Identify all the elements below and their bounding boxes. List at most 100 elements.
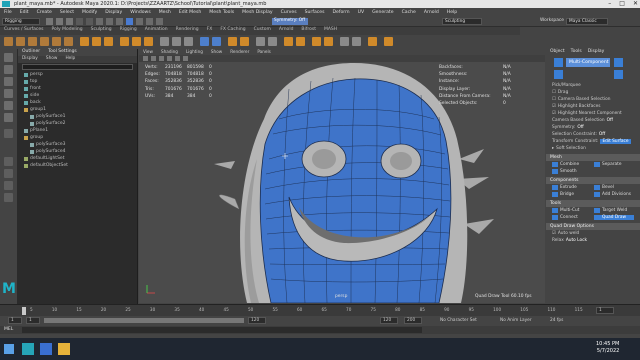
symmetry-row[interactable]: Symmetry: Off <box>546 124 640 131</box>
tab-display[interactable]: Display <box>588 49 605 56</box>
outliner-item[interactable]: side <box>18 92 137 99</box>
tab-outliner[interactable]: Outliner <box>18 49 44 56</box>
maya-taskbar-icon[interactable] <box>22 343 34 355</box>
snap-grid-icon[interactable] <box>136 18 143 25</box>
shelf-tab-sculpting[interactable]: Sculpting <box>87 27 116 35</box>
planar-map-icon[interactable] <box>212 37 221 46</box>
outliner-search-input[interactable] <box>22 64 133 70</box>
shelf-tab-fx-caching[interactable]: FX Caching <box>216 27 249 35</box>
character-set-dropdown[interactable]: No Character Set <box>440 318 477 323</box>
shelf-tab-animation[interactable]: Animation <box>141 27 172 35</box>
command-input[interactable] <box>22 327 422 333</box>
open-scene-icon[interactable] <box>56 18 63 25</box>
move-tool-icon[interactable] <box>4 89 13 98</box>
layout-graph-icon[interactable] <box>4 193 13 202</box>
menu-generate[interactable]: Generate <box>368 10 397 15</box>
menu-curves[interactable]: Curves <box>277 10 301 15</box>
separate-icon[interactable] <box>92 37 101 46</box>
rotate-tool-icon[interactable] <box>4 101 13 110</box>
outliner-menu-display[interactable]: Display <box>18 56 42 63</box>
menu-surfaces[interactable]: Surfaces <box>301 10 329 15</box>
section-tools[interactable]: Tools <box>546 200 640 207</box>
select-tool-icon[interactable] <box>4 53 13 62</box>
highlight-backfaces-row[interactable]: ☑ Highlight Backfaces <box>546 103 640 110</box>
symmetry-dropdown[interactable]: Symmetry: Off <box>272 18 308 25</box>
freeze-icon[interactable] <box>256 37 265 46</box>
inner-start-field[interactable]: 1 <box>26 317 40 324</box>
bevel-icon[interactable] <box>132 37 141 46</box>
select-object-icon[interactable] <box>106 18 113 25</box>
edge-mode-icon[interactable] <box>614 58 623 67</box>
sphere-icon[interactable] <box>4 37 13 46</box>
minimize-button[interactable]: – <box>608 0 611 7</box>
menu-windows[interactable]: Windows <box>126 10 155 15</box>
pivot-icon[interactable] <box>352 37 361 46</box>
search-field[interactable]: Sculpting <box>442 18 482 25</box>
undo-icon[interactable] <box>76 18 83 25</box>
snap-point-icon[interactable] <box>156 18 163 25</box>
layout-outliner-icon[interactable] <box>4 181 13 190</box>
outliner-item[interactable]: polySurface2 <box>18 120 137 127</box>
extrude-icon[interactable] <box>120 37 129 46</box>
highlight-nearest-row[interactable]: ☑ Highlight Nearest Component <box>546 110 640 117</box>
cone-icon[interactable] <box>40 37 49 46</box>
face-mode-icon[interactable] <box>614 70 623 79</box>
bridge-icon[interactable] <box>144 37 153 46</box>
last-tool-icon[interactable] <box>4 129 13 138</box>
outliner-item[interactable]: top <box>18 78 137 85</box>
close-button[interactable]: ✕ <box>633 0 638 7</box>
auto-weld-row[interactable]: ☑ Auto weld <box>546 230 640 237</box>
outliner-item[interactable]: polySurface4 <box>18 148 137 155</box>
outliner-menu-help[interactable]: Help <box>61 56 79 63</box>
combine-icon[interactable] <box>80 37 89 46</box>
multi-component-button[interactable]: Multi-Component <box>566 58 610 67</box>
camera-based-row[interactable]: ☐ Camera Based Selection <box>546 96 640 103</box>
range-bar[interactable] <box>44 318 244 323</box>
history-icon[interactable] <box>340 37 349 46</box>
menu-mesh[interactable]: Mesh <box>155 10 175 15</box>
menu-mesh-display[interactable]: Mesh Display <box>238 10 277 15</box>
outliner-item[interactable]: persp <box>18 71 137 78</box>
vertex-mask-icon[interactable] <box>126 18 133 25</box>
outliner-item[interactable]: pPlane1 <box>18 127 137 134</box>
quad-draw-button[interactable]: Quad Draw <box>594 215 634 220</box>
drag-row[interactable]: ☐ Drag <box>546 89 640 96</box>
outliner-item[interactable]: polySurface3 <box>18 141 137 148</box>
menu-edit[interactable]: Edit <box>16 10 33 15</box>
multi-cut-button[interactable]: Multi-Cut <box>552 208 592 213</box>
scale-tool-icon[interactable] <box>4 113 13 122</box>
shelf-tab-rendering[interactable]: Rendering <box>172 27 203 35</box>
extrude-button[interactable]: Extrude <box>552 185 592 190</box>
outliner-item[interactable]: defaultLightSet <box>18 155 137 162</box>
smooth-icon[interactable] <box>104 37 113 46</box>
bevel-button[interactable]: Bevel <box>594 185 634 190</box>
soft-selection-row[interactable]: ▸ Soft Selection <box>546 145 640 152</box>
shelf-tab-arnold[interactable]: Arnold <box>275 27 298 35</box>
paint-select-icon[interactable] <box>4 77 13 86</box>
bend-icon[interactable] <box>324 37 333 46</box>
tab-tools[interactable]: Tools <box>571 49 582 56</box>
section-mesh[interactable]: Mesh <box>546 154 640 161</box>
new-scene-icon[interactable] <box>46 18 53 25</box>
multi-cut-icon[interactable] <box>160 37 169 46</box>
section-quad-draw-options[interactable]: Quad Draw Options <box>546 223 640 230</box>
timeline[interactable]: 5 10 15 20 25 30 35 40 45 50 55 60 65 70… <box>0 304 640 316</box>
menu-mesh-tools[interactable]: Mesh Tools <box>205 10 238 15</box>
menu-create[interactable]: Create <box>33 10 56 15</box>
redo-icon[interactable] <box>86 18 93 25</box>
combine-button[interactable]: Combine <box>552 162 592 167</box>
target-weld-button[interactable]: Target Weld <box>594 208 634 213</box>
menu-select[interactable]: Select <box>56 10 78 15</box>
add-divisions-button[interactable]: Add Divisions <box>594 192 634 197</box>
menu-display[interactable]: Display <box>101 10 126 15</box>
windows-start-icon[interactable] <box>4 344 14 354</box>
outliner-item[interactable]: front <box>18 85 137 92</box>
max-frame-field[interactable]: 200 <box>404 317 422 324</box>
snap-curve-icon[interactable] <box>146 18 153 25</box>
cluster-icon[interactable] <box>296 37 305 46</box>
menu-arnold[interactable]: Arnold <box>420 10 443 15</box>
shelf-tab-bifrost[interactable]: Bifrost <box>297 27 320 35</box>
connect-button[interactable]: Connect <box>552 215 592 220</box>
soft-mod-icon[interactable] <box>312 37 321 46</box>
separate-button[interactable]: Separate <box>594 162 634 167</box>
